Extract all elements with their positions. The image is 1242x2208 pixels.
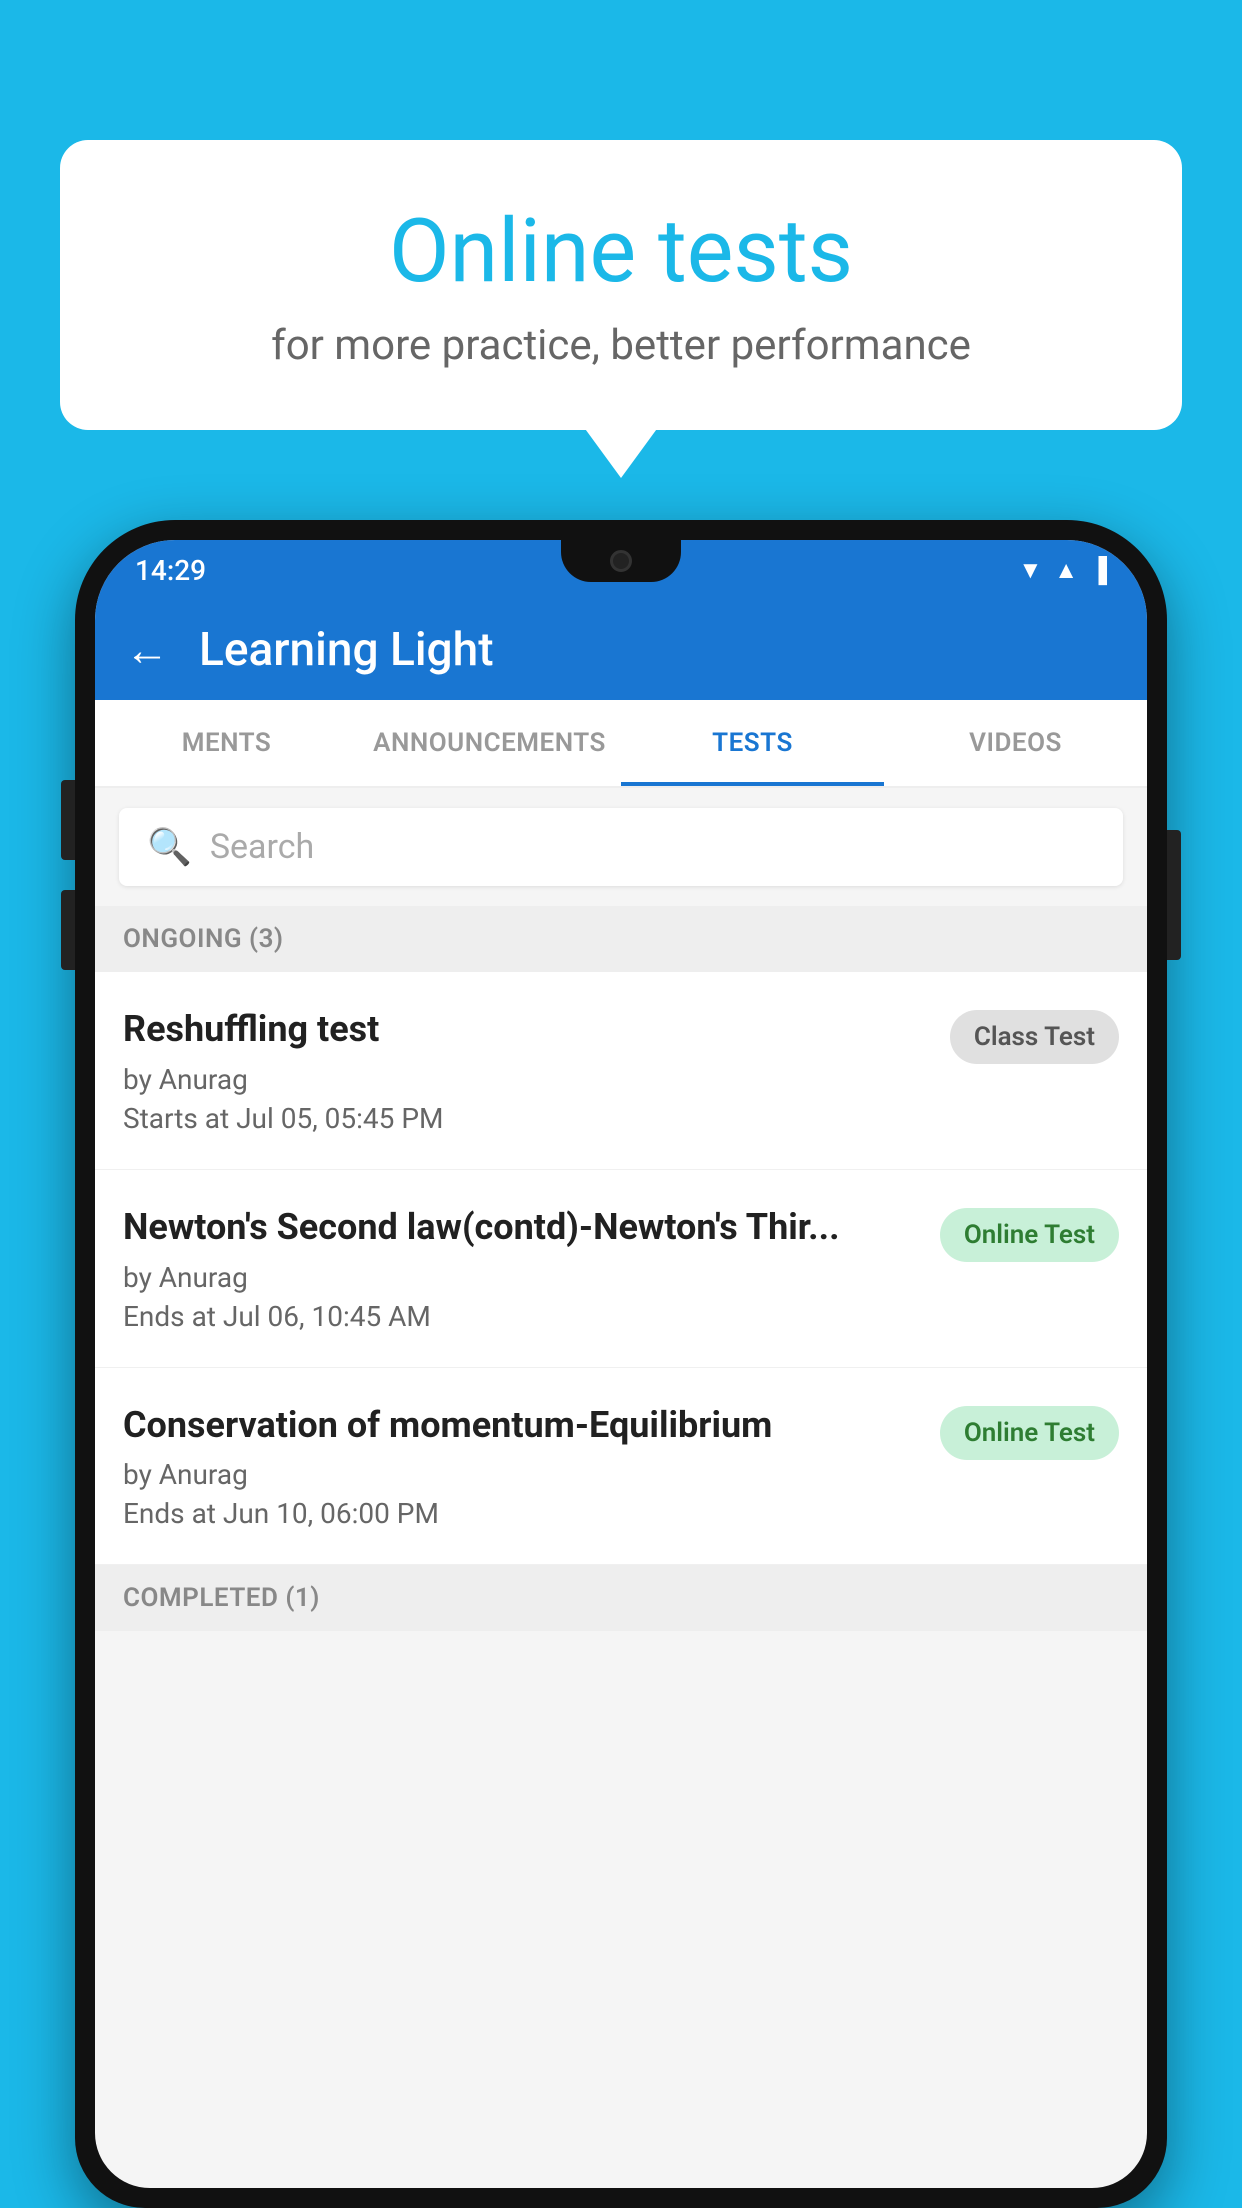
test-time-1: Starts at Jul 05, 05:45 PM bbox=[123, 1102, 930, 1135]
test-name-1: Reshuffling test bbox=[123, 1006, 930, 1053]
completed-section-header: COMPLETED (1) bbox=[95, 1565, 1147, 1631]
notch bbox=[561, 540, 681, 582]
test-author-1: by Anurag bbox=[123, 1063, 930, 1096]
tab-bar: MENTS ANNOUNCEMENTS TESTS VIDEOS bbox=[95, 700, 1147, 788]
volume-down-button[interactable] bbox=[61, 890, 75, 970]
tab-announcements[interactable]: ANNOUNCEMENTS bbox=[358, 700, 621, 786]
search-container: 🔍 Search bbox=[95, 788, 1147, 906]
tab-tests[interactable]: TESTS bbox=[621, 700, 884, 786]
app-bar: ← Learning Light bbox=[95, 600, 1147, 700]
tab-videos[interactable]: VIDEOS bbox=[884, 700, 1147, 786]
test-name-2: Newton's Second law(contd)-Newton's Thir… bbox=[123, 1204, 920, 1251]
app-title: Learning Light bbox=[199, 623, 494, 677]
test-author-2: by Anurag bbox=[123, 1261, 920, 1294]
test-badge-2: Online Test bbox=[940, 1208, 1119, 1262]
phone-frame: 14:29 ▼ ▲ ▐ ← Learning Light MENTS ANNOU… bbox=[75, 520, 1167, 2208]
test-time-3: Ends at Jun 10, 06:00 PM bbox=[123, 1497, 920, 1530]
test-info-3: Conservation of momentum-Equilibrium by … bbox=[123, 1402, 920, 1531]
test-list: Reshuffling test by Anurag Starts at Jul… bbox=[95, 972, 1147, 1565]
test-badge-3: Online Test bbox=[940, 1406, 1119, 1460]
search-bar[interactable]: 🔍 Search bbox=[119, 808, 1123, 886]
status-time: 14:29 bbox=[135, 554, 206, 587]
phone-screen: 14:29 ▼ ▲ ▐ ← Learning Light MENTS ANNOU… bbox=[95, 540, 1147, 2188]
battery-icon: ▐ bbox=[1090, 556, 1107, 585]
power-button[interactable] bbox=[1167, 830, 1181, 960]
promo-section: Online tests for more practice, better p… bbox=[60, 140, 1182, 430]
back-button[interactable]: ← bbox=[125, 624, 169, 676]
test-badge-1: Class Test bbox=[950, 1010, 1119, 1064]
test-time-2: Ends at Jul 06, 10:45 AM bbox=[123, 1300, 920, 1333]
status-bar: 14:29 ▼ ▲ ▐ bbox=[95, 540, 1147, 600]
volume-up-button[interactable] bbox=[61, 780, 75, 860]
promo-title: Online tests bbox=[140, 200, 1102, 303]
test-item-conservation[interactable]: Conservation of momentum-Equilibrium by … bbox=[95, 1368, 1147, 1566]
test-item-newton[interactable]: Newton's Second law(contd)-Newton's Thir… bbox=[95, 1170, 1147, 1368]
promo-subtitle: for more practice, better performance bbox=[140, 321, 1102, 370]
status-icons: ▼ ▲ ▐ bbox=[1018, 556, 1107, 585]
completed-label: COMPLETED (1) bbox=[123, 1583, 320, 1613]
test-info-2: Newton's Second law(contd)-Newton's Thir… bbox=[123, 1204, 920, 1333]
ongoing-section-header: ONGOING (3) bbox=[95, 906, 1147, 972]
test-author-3: by Anurag bbox=[123, 1458, 920, 1491]
wifi-icon: ▼ bbox=[1018, 556, 1042, 585]
tab-ments[interactable]: MENTS bbox=[95, 700, 358, 786]
search-placeholder: Search bbox=[210, 827, 314, 867]
search-icon: 🔍 bbox=[147, 826, 192, 868]
signal-icon: ▲ bbox=[1054, 556, 1078, 585]
test-info-1: Reshuffling test by Anurag Starts at Jul… bbox=[123, 1006, 930, 1135]
speech-bubble: Online tests for more practice, better p… bbox=[60, 140, 1182, 430]
test-item-reshuffling[interactable]: Reshuffling test by Anurag Starts at Jul… bbox=[95, 972, 1147, 1170]
ongoing-label: ONGOING (3) bbox=[123, 924, 284, 954]
test-name-3: Conservation of momentum-Equilibrium bbox=[123, 1402, 920, 1449]
camera bbox=[610, 550, 632, 572]
